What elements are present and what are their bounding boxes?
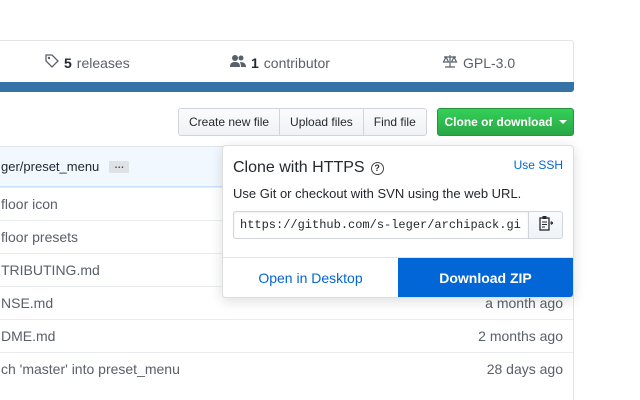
releases-link[interactable]: 5 releases [45,54,130,71]
clone-description: Use Git or checkout with SVN using the w… [233,186,522,201]
contributors-link[interactable]: 1 contributor [230,54,330,71]
caret-down-icon [558,120,567,124]
file-age: 2 months ago [478,328,563,344]
releases-count: 5 [64,54,72,71]
download-zip-button[interactable]: Download ZIP [398,258,573,297]
file-actions: Create new file Upload files Find file [178,108,427,136]
copy-to-clipboard-button[interactable] [529,211,563,239]
clone-url-input[interactable] [233,211,529,239]
open-in-desktop-button[interactable]: Open in Desktop [223,258,398,297]
language-bar[interactable] [0,82,574,92]
file-commit-message[interactable]: floor presets [1,229,78,245]
contributors-label: contributor [263,54,330,71]
license-label: GPL-3.0 [463,54,516,71]
create-new-file-button[interactable]: Create new file [178,108,281,136]
clipboard-icon [538,215,554,236]
repository-page: 5 releases 1 contributor GPL-3.0 Create … [0,0,640,400]
clone-label: Clone or download [444,115,553,129]
file-commit-message[interactable]: ch 'master' into preset_menu [1,361,180,377]
tag-icon [45,54,59,71]
file-commit-message[interactable]: floor icon [1,196,58,212]
repository-summary: 5 releases 1 contributor GPL-3.0 [0,40,574,85]
clone-or-download-button[interactable]: Clone or download [437,108,574,136]
dropdown-title: Clone with HTTPS ? [233,159,384,177]
file-commit-message[interactable]: NSE.md [1,295,53,311]
file-row[interactable]: ch 'master' into preset_menu 28 days ago [0,352,573,385]
use-ssh-link[interactable]: Use SSH [514,158,563,172]
clone-dropdown: Clone with HTTPS ? Use SSH Use Git or ch… [222,145,574,298]
commit-message[interactable]: ger/preset_menu [1,159,99,174]
find-file-button[interactable]: Find file [362,108,427,136]
clone-url-group [233,211,563,239]
upload-files-button[interactable]: Upload files [279,108,364,136]
clone-title: Clone with HTTPS [233,159,365,176]
question-icon[interactable]: ? [370,161,384,175]
file-commit-message[interactable]: DME.md [1,328,55,344]
contributors-count: 1 [251,54,259,71]
license-link[interactable]: GPL-3.0 [442,54,515,71]
file-row[interactable]: DME.md 2 months ago [0,319,573,352]
law-scale-icon [442,54,458,71]
expand-commit-button[interactable]: … [109,160,130,173]
releases-label: releases [76,54,130,71]
file-commit-message[interactable]: TRIBUTING.md [1,262,100,278]
people-icon [230,54,246,71]
file-age: 28 days ago [486,361,563,377]
dropdown-actions: Open in Desktop Download ZIP [223,257,573,297]
